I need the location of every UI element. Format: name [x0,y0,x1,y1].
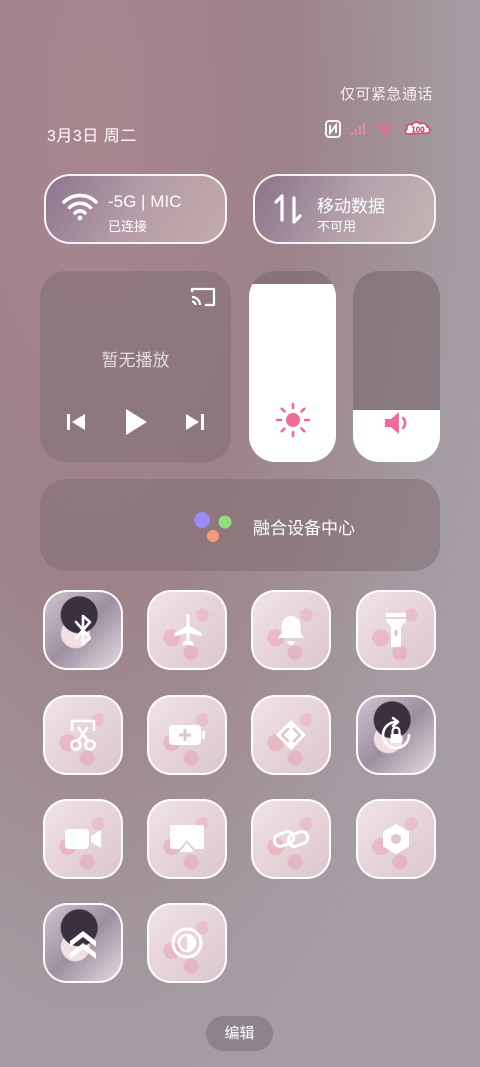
bluetooth-icon [68,612,98,648]
media-player-card[interactable]: 暂无播放 [40,271,231,462]
mobile-data-tile[interactable]: 移动数据 不可用 [253,174,436,244]
wifi-tile-icon [62,192,98,227]
direct-service-icon [274,718,308,752]
volume-slider[interactable] [353,271,440,462]
direct-service-toggle[interactable] [251,695,331,775]
bell-icon [275,613,307,647]
dark-mode-icon [170,926,204,960]
performance-mode-toggle[interactable] [43,903,123,983]
airplane-icon [169,612,205,648]
mobile-data-title: 移动数据 [317,197,385,216]
flashlight-toggle[interactable] [356,590,436,670]
battery-icon: 100 [404,120,432,138]
link-toggle[interactable] [251,799,331,879]
svg-text:100: 100 [411,126,425,135]
wifi-network-name: -5G | MIC [108,192,182,211]
airplane-mode-toggle[interactable] [147,590,227,670]
flashlight-icon [384,611,408,649]
no-media-playing-text: 暂无播放 [101,351,170,370]
next-icon[interactable] [184,411,206,438]
cast-icon[interactable] [189,286,217,313]
screenshot-toggle[interactable] [43,695,123,775]
previous-icon[interactable] [65,411,87,438]
rotation-lock-icon [378,717,414,753]
brightness-slider[interactable] [249,271,336,462]
settings-hex-icon [379,822,413,856]
settings-toggle[interactable] [356,799,436,879]
dark-mode-toggle[interactable] [147,903,227,983]
screen-record-toggle[interactable] [43,799,123,879]
device-center-icon [192,510,234,542]
sun-icon [249,402,336,438]
performance-icon [67,925,99,961]
mobile-data-status: 不可用 [317,219,357,234]
wifi-icon [375,121,395,137]
signal-icon [350,122,366,136]
fusion-device-center[interactable]: 融合设备中心 [40,479,440,571]
play-icon[interactable] [123,407,149,442]
edit-button[interactable]: 编辑 [206,1016,273,1051]
wifi-tile[interactable]: -5G | MIC 已连接 [44,174,227,244]
speaker-icon [353,408,440,438]
ring-mode-toggle[interactable] [251,590,331,670]
wifi-status: 已连接 [108,219,148,234]
fusion-device-center-label: 融合设备中心 [253,519,355,538]
battery-saver-icon [167,723,207,747]
emergency-calls-only-text: 仅可紧急通话 [339,86,433,103]
screen-cast-icon [168,823,206,855]
nfc-icon [325,120,341,138]
date-text: 3月3日 周二 [47,128,137,145]
link-icon [272,824,310,854]
status-bar-icons: 100 [325,120,432,138]
rotation-lock-toggle[interactable] [356,695,436,775]
screenshot-icon [66,717,100,753]
mobile-data-icon [271,192,305,231]
screen-record-icon [63,826,103,852]
bluetooth-toggle[interactable] [43,590,123,670]
battery-saver-toggle[interactable] [147,695,227,775]
screen-cast-toggle[interactable] [147,799,227,879]
